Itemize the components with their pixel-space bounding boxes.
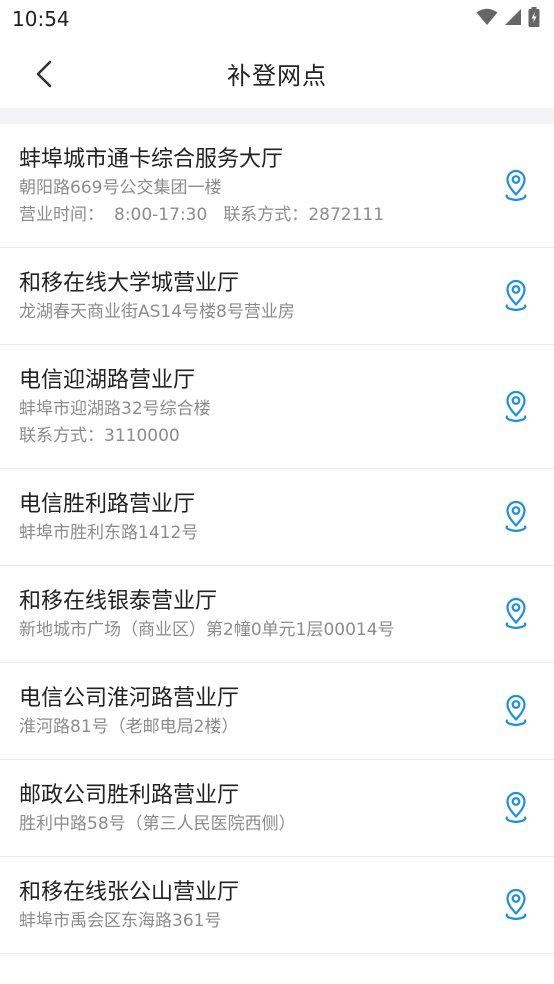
- outlet-item[interactable]: 和移在线银泰营业厅新地城市广场（商业区）第2幢0单元1层00014号: [0, 566, 554, 663]
- outlet-address: 蚌埠市迎湖路32号综合楼: [19, 399, 211, 419]
- location-pin-icon[interactable]: [502, 790, 530, 826]
- outlet-item[interactable]: 和移在线大学城营业厅龙湖春天商业街AS14号楼8号营业房: [0, 248, 554, 345]
- outlet-contact-label: 联系方式：: [19, 426, 104, 446]
- outlet-address: 蚌埠市禹会区东海路361号: [19, 911, 222, 931]
- location-pin-icon[interactable]: [502, 389, 530, 425]
- outlet-name: 电信胜利路营业厅: [19, 492, 196, 517]
- nav-bar: 补登网点: [0, 38, 554, 108]
- outlet-contact-label: 联系方式：: [223, 205, 309, 225]
- location-pin-icon[interactable]: [502, 278, 530, 314]
- wifi-icon: [476, 8, 498, 30]
- outlet-address: 龙湖春天商业街AS14号楼8号营业房: [19, 302, 295, 322]
- outlet-item[interactable]: 电信胜利路营业厅蚌埠市胜利东路1412号: [0, 469, 554, 566]
- outlet-info-line: 营业时间： 8:00-17:30 联系方式：2872111: [19, 202, 494, 229]
- page-title: 补登网点: [227, 62, 327, 90]
- location-pin-icon[interactable]: [502, 887, 530, 923]
- outlet-item[interactable]: 和移在线张公山营业厅蚌埠市禹会区东海路361号: [0, 857, 554, 954]
- outlet-hours-label: 营业时间：: [19, 205, 104, 225]
- status-time: 10:54: [12, 7, 70, 31]
- outlet-name: 和移在线银泰营业厅: [19, 589, 218, 614]
- signal-icon: [504, 8, 522, 30]
- outlet-item[interactable]: 邮政公司胜利路营业厅胜利中路58号（第三人民医院西侧）: [0, 760, 554, 857]
- outlet-address: 新地城市广场（商业区）第2幢0单元1层00014号: [19, 620, 395, 640]
- location-pin-icon[interactable]: [502, 596, 530, 632]
- outlet-name: 邮政公司胜利路营业厅: [19, 783, 240, 808]
- status-icons: [476, 7, 540, 31]
- location-pin-icon[interactable]: [502, 693, 530, 729]
- outlet-contact-value: 3110000: [104, 426, 180, 446]
- outlet-address: 朝阳路669号公交集团一楼: [19, 178, 222, 198]
- location-pin-icon[interactable]: [502, 499, 530, 535]
- outlet-name: 电信公司淮河路营业厅: [19, 686, 240, 711]
- outlet-address: 胜利中路58号（第三人民医院西侧）: [19, 814, 296, 834]
- outlet-info-line: 联系方式：3110000: [19, 423, 494, 450]
- section-divider: [0, 108, 554, 124]
- outlet-name: 和移在线大学城营业厅: [19, 271, 240, 296]
- outlet-address: 蚌埠市胜利东路1412号: [19, 523, 199, 543]
- outlet-name: 和移在线张公山营业厅: [19, 880, 240, 905]
- outlet-name: 电信迎湖路营业厅: [19, 368, 196, 393]
- battery-charging-icon: [528, 7, 540, 31]
- outlet-item[interactable]: 电信迎湖路营业厅 蚌埠市迎湖路32号综合楼 联系方式：3110000: [0, 345, 554, 469]
- outlet-item[interactable]: 蚌埠城市通卡综合服务大厅朝阳路669号公交集团一楼 营业时间： 8:00-17:30…: [0, 124, 554, 248]
- outlet-address: 淮河路81号（老邮电局2楼）: [19, 717, 239, 737]
- outlet-list: 蚌埠城市通卡综合服务大厅朝阳路669号公交集团一楼 营业时间： 8:00-17:30…: [0, 124, 554, 954]
- outlet-hours-value: 8:00-17:30: [114, 205, 208, 225]
- outlet-item[interactable]: 电信公司淮河路营业厅淮河路81号（老邮电局2楼）: [0, 663, 554, 760]
- status-bar: 10:54: [0, 0, 554, 38]
- outlet-name: 蚌埠城市通卡综合服务大厅: [19, 147, 284, 172]
- location-pin-icon[interactable]: [502, 168, 530, 204]
- outlet-contact-value: 2872111: [308, 205, 385, 225]
